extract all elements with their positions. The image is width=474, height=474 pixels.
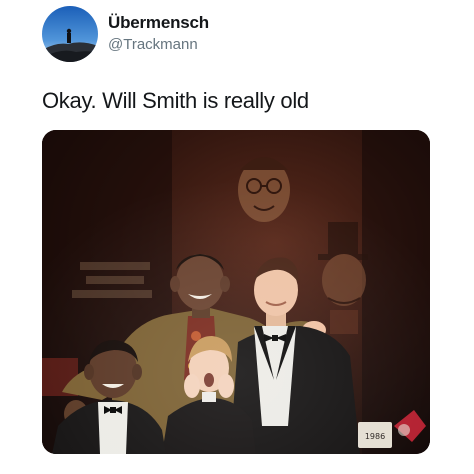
tweet-photo[interactable]: 1986 [42, 130, 430, 454]
user-avatar[interactable] [42, 6, 98, 62]
group-photo-image: 1986 [42, 130, 430, 454]
tweet-card: Übermensch @Trackmann Okay. Will Smith i… [0, 0, 474, 474]
display-name[interactable]: Übermensch [108, 13, 209, 33]
tweet-text: Okay. Will Smith is really old [42, 88, 309, 113]
mountain-summit-avatar-icon [42, 6, 98, 62]
user-handle[interactable]: @Trackmann [108, 36, 198, 53]
